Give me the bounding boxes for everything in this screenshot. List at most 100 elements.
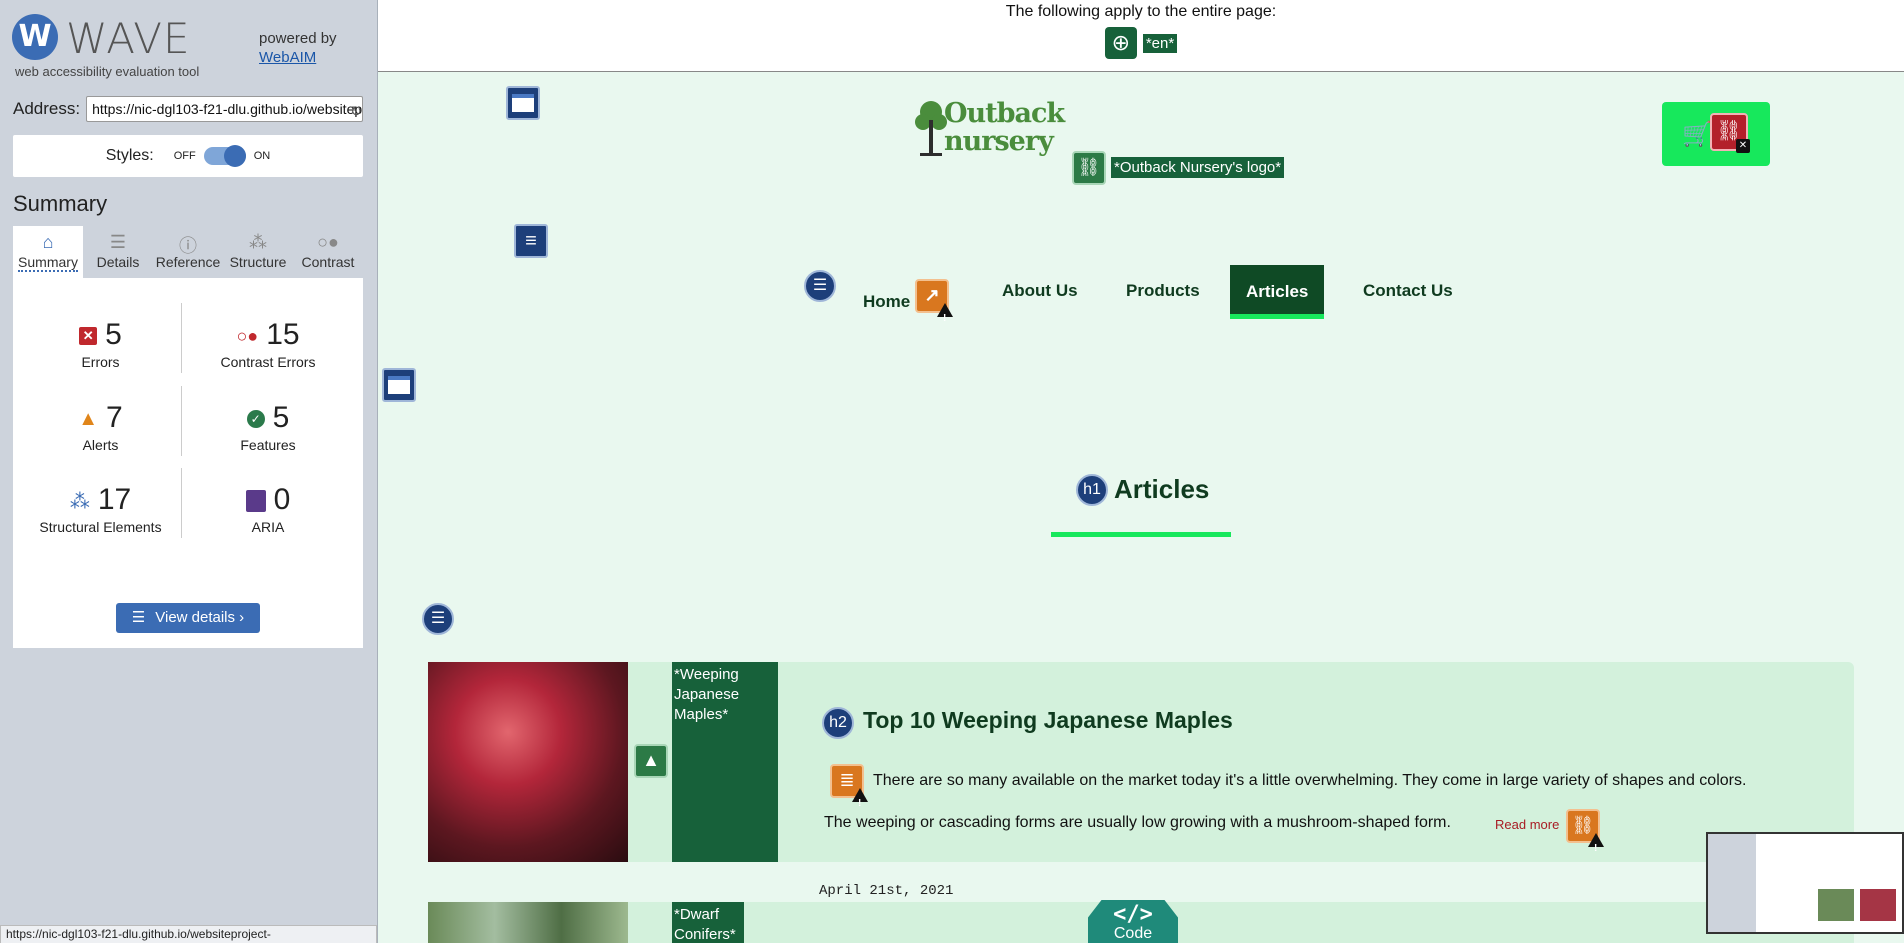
info-icon: ⓘ <box>179 236 197 256</box>
view-details-button[interactable]: ☰ View details › <box>116 603 260 633</box>
summary-heading: Summary <box>13 191 108 216</box>
image-alt-icon[interactable]: ▲ <box>634 744 668 778</box>
h2-badge-icon[interactable]: h2 <box>822 707 854 739</box>
contrast-error-icon: ○● <box>236 325 259 346</box>
tab-contrast[interactable]: ○● Contrast <box>293 226 363 278</box>
read-more-link[interactable]: Read more <box>1495 817 1559 832</box>
reload-icon[interactable]: ↻ <box>350 103 362 120</box>
banner-text: The following apply to the entire page: <box>1005 3 1277 20</box>
feature-icon: ✓ <box>246 410 265 429</box>
page-thumbnail[interactable] <box>1706 832 1904 934</box>
logo-line-1: Outback <box>944 98 1065 129</box>
tab-label: Summary <box>18 254 78 272</box>
main-region-icon[interactable] <box>382 368 416 402</box>
errors-count: 5 <box>105 318 122 351</box>
view-details-label: View details › <box>155 609 245 626</box>
alerts-count: 7 <box>106 401 123 434</box>
stat-features: ✓ 5 Features <box>188 401 348 453</box>
close-icon: ✕ <box>1736 139 1750 153</box>
language-label: *en* <box>1142 33 1178 53</box>
article-excerpt-line-1: There are so many available on the marke… <box>873 772 1747 789</box>
justified-text-alert-icon[interactable]: ≣ <box>830 764 868 818</box>
cart-icon: 🛒 <box>1682 121 1712 148</box>
stat-contrast-errors: ○● 15 Contrast Errors <box>188 318 348 370</box>
styles-off-label: OFF <box>173 150 196 162</box>
article-image-alt: *Dwarf Conifers* <box>672 902 744 943</box>
summary-panel: ✕ 5 Errors ○● 15 Contrast Errors ▲ 7 Alerts… <box>13 278 363 648</box>
nav-contact-us[interactable]: Contact Us <box>1363 281 1453 301</box>
stat-errors: ✕ 5 Errors <box>13 318 188 370</box>
stat-aria: 0 ARIA <box>188 483 348 535</box>
nav-about-us[interactable]: About Us <box>1002 281 1078 301</box>
navigation-region-icon[interactable]: ≡ <box>514 224 548 258</box>
alerts-label: Alerts <box>82 437 119 453</box>
empty-link-error-icon[interactable]: ⛓ ✕ <box>1710 113 1750 153</box>
banner-icons: ⊕ *en* <box>378 27 1904 59</box>
styles-on-label: ON <box>253 150 271 162</box>
nav-home[interactable]: Home <box>863 292 910 312</box>
article-date: April 21st, 2021 <box>819 883 954 899</box>
features-label: Features <box>240 437 296 453</box>
status-bar-url: https://nic-dgl103-f21-dlu.github.io/web… <box>0 925 377 943</box>
stat-alerts: ▲ 7 Alerts <box>13 401 188 453</box>
suspicious-link-alert-icon[interactable]: ⛓ <box>1566 809 1604 863</box>
nav-articles[interactable]: Articles <box>1230 265 1325 319</box>
aria-icon <box>245 490 266 513</box>
tab-label: Details <box>96 254 140 270</box>
article-title: Top 10 Weeping Japanese Maples <box>863 707 1233 733</box>
tab-reference[interactable]: ⓘ Reference <box>153 226 223 278</box>
aria-label: ARIA <box>251 519 285 535</box>
page-preview: The following apply to the entire page: … <box>378 0 1904 943</box>
tab-label: Contrast <box>301 254 355 270</box>
structural-count: 17 <box>97 483 132 516</box>
tab-label: Structure <box>229 254 287 270</box>
styles-toggle[interactable] <box>203 145 246 167</box>
page-banner: The following apply to the entire page: … <box>378 0 1904 72</box>
article-list-icon[interactable]: ☰ <box>422 603 454 635</box>
structure-icon: ⁂ <box>249 232 267 252</box>
wave-tabs: ⌂ Summary ☰ Details ⓘ Reference ⁂ Struct… <box>13 226 363 278</box>
wave-sidebar: W WAVE web accessibility evaluation tool… <box>0 0 378 943</box>
redundant-link-alert-icon[interactable]: ↗ <box>915 279 953 333</box>
contrast-errors-count: 15 <box>266 318 300 351</box>
tab-structure[interactable]: ⁂ Structure <box>223 226 293 278</box>
home-icon: ⌂ <box>42 232 54 252</box>
webaim-link[interactable]: WebAIM <box>259 49 337 66</box>
title-underline <box>1051 532 1231 537</box>
code-icon: </> <box>1113 902 1153 927</box>
errors-label: Errors <box>81 354 120 370</box>
address-row: Address: https://nic-dgl103-f21-dlu.gith… <box>13 96 363 122</box>
list-icon: ☰ <box>131 609 146 626</box>
nav-products[interactable]: Products <box>1126 281 1200 301</box>
contrast-errors-label: Contrast Errors <box>220 354 316 370</box>
wave-logo-icon: W <box>12 14 58 60</box>
error-icon: ✕ <box>79 327 98 346</box>
tab-details[interactable]: ☰ Details <box>83 226 153 278</box>
logo-line-2: nursery <box>944 126 1054 157</box>
features-count: 5 <box>272 401 290 434</box>
article-image-conifers <box>428 902 628 943</box>
cart-button[interactable]: 🛒 ⛓ ✕ <box>1662 102 1770 166</box>
aria-count: 0 <box>273 483 291 516</box>
h1-badge-icon[interactable]: h1 <box>1076 474 1108 506</box>
contrast-icon: ○● <box>317 232 339 252</box>
site-logo[interactable]: Outback nursery <box>914 98 1065 160</box>
linked-image-alt-icon[interactable]: ⛓ <box>1072 151 1106 185</box>
article-excerpt-line-2: The weeping or cascading forms are usual… <box>824 814 1451 831</box>
address-input[interactable]: https://nic-dgl103-f21-dlu.github.io/web… <box>86 96 363 122</box>
code-toggle-button[interactable]: </> Code <box>1088 900 1178 943</box>
styles-toggle-box: Styles: OFF ON <box>13 135 363 177</box>
logo-text: Outback nursery <box>944 98 1065 157</box>
nav-list-icon[interactable]: ☰ <box>804 270 836 302</box>
tab-label: Reference <box>155 254 221 270</box>
header-region-icon[interactable] <box>506 86 540 120</box>
list-icon: ☰ <box>109 232 127 252</box>
code-label: Code <box>1113 925 1153 942</box>
stat-structural: ⁂ 17 Structural Elements <box>13 483 188 535</box>
page-title: Articles <box>1114 474 1210 504</box>
thumbnail-image <box>1818 889 1854 921</box>
powered-by: powered by WebAIM <box>259 30 337 66</box>
powered-by-text: powered by <box>259 30 337 47</box>
tab-summary[interactable]: ⌂ Summary <box>13 226 83 278</box>
language-globe-icon[interactable]: ⊕ <box>1104 27 1137 59</box>
